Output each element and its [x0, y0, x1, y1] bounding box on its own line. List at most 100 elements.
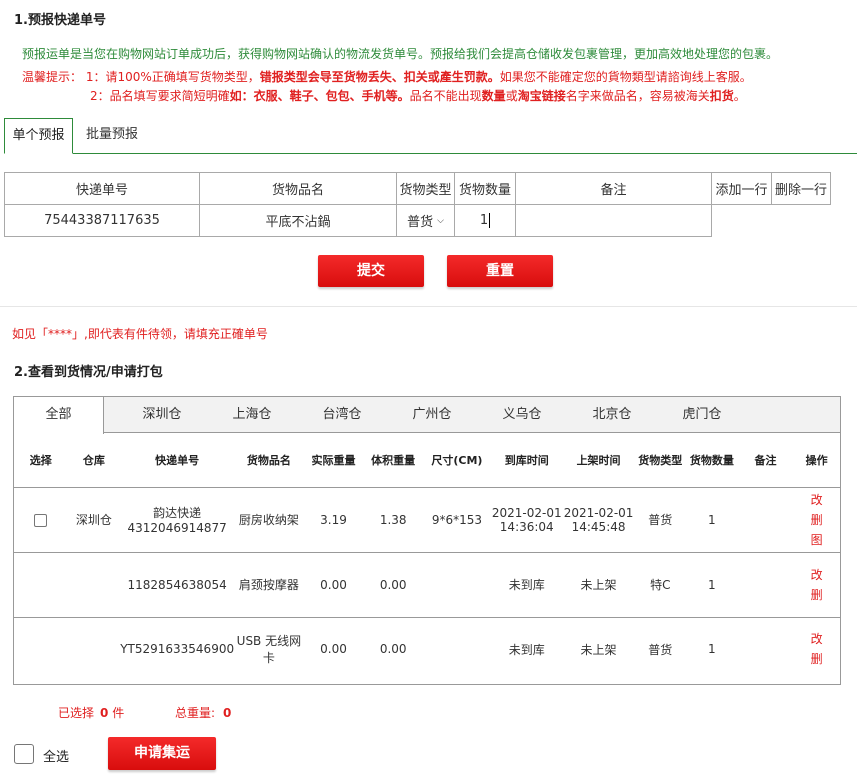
select-all-label: 全选: [43, 750, 70, 765]
col-quantity: 货物数量: [686, 433, 738, 488]
col-vol-weight: 体积重量: [363, 433, 424, 488]
col-item: 货物品名: [234, 433, 304, 488]
col-weight: 实际重量: [303, 433, 364, 488]
selected-summary: 已选择 0 件: [58, 706, 125, 720]
cell-warehouse: [68, 617, 121, 681]
remark-input[interactable]: [515, 204, 712, 237]
cell-weight: 3.19: [303, 487, 364, 553]
header-remark: 备注: [515, 172, 712, 205]
row-checkbox[interactable]: [34, 513, 48, 527]
col-arrive-time: 到库时间: [490, 433, 563, 488]
section2-title: 2.查看到货情况/申请打包: [14, 365, 163, 380]
cell-actions: 改 删: [793, 617, 840, 681]
cell-shelf-time: 未上架: [580, 642, 617, 657]
table-row: YT5291633546900 USB 无线网卡 0.00 0.00 未到库 未…: [14, 617, 840, 681]
col-tracking: 快递单号: [120, 433, 235, 488]
cargo-type-value: 普货: [407, 215, 434, 230]
cell-item: USB 无线网卡: [236, 634, 302, 666]
chevron-down-icon: ⌵: [437, 215, 444, 226]
tracking-input[interactable]: 75443387117635: [4, 204, 200, 237]
col-size: 尺寸(CM): [423, 433, 491, 488]
tab-warehouse-all[interactable]: 全部: [14, 397, 104, 434]
header-quantity: 货物数量: [454, 172, 516, 205]
col-remark: 备注: [737, 433, 794, 488]
col-shelf-time: 上架时间: [562, 433, 635, 488]
tab-warehouse-humen[interactable]: 虎门仓: [662, 397, 742, 433]
tip-line-1: 温馨提示： 1：请100%正确填写货物类型，错报类型会导至货物丢失、扣关或產生罚…: [22, 70, 752, 84]
apply-consolidation-button[interactable]: 申请集运: [108, 737, 216, 770]
tab-single-forecast[interactable]: 单个预报: [4, 118, 73, 154]
cell-remark: [737, 552, 794, 618]
delete-link[interactable]: 删: [793, 510, 840, 530]
cell-quantity: 1: [686, 487, 738, 553]
col-cargo-type: 货物类型: [634, 433, 687, 488]
edit-link[interactable]: 改: [793, 629, 840, 649]
cell-tracking: 韵达快递 4312046914877: [120, 487, 235, 553]
cell-remark: [738, 617, 794, 681]
weight-summary: 总重量: 0: [175, 706, 232, 720]
header-tracking: 快递单号: [4, 172, 200, 205]
select-all-checkbox[interactable]: [14, 744, 34, 764]
tab-warehouse-guangzhou[interactable]: 广州仓: [392, 397, 472, 433]
submit-button[interactable]: 提交: [318, 255, 424, 287]
delete-link[interactable]: 删: [793, 585, 840, 605]
quantity-input[interactable]: 1: [454, 204, 516, 237]
cell-cargo-type: 特C: [634, 552, 687, 618]
table-row: 深圳仓 韵达快递 4312046914877 厨房收纳架 3.19 1.38 9*…: [14, 487, 840, 553]
cell-remark: [737, 487, 794, 553]
tip-line-2: 2：品名填写要求简短明確如：衣服、鞋子、包包、手机等。品名不能出现数量或淘宝链接…: [90, 89, 746, 103]
cell-actions: 改 删 图: [793, 487, 840, 553]
cell-vol-weight: 1.38: [363, 487, 424, 553]
cell-arrive-time: 2021-02-01 14:36:04: [490, 487, 563, 553]
delete-link[interactable]: 删: [793, 649, 840, 669]
arrival-table: 选择 仓库 快递单号 货物品名 实际重量 体积重量 尺寸(CM) 到库时间 上架…: [14, 433, 840, 681]
cell-size: [423, 552, 491, 618]
tab-warehouse-shanghai[interactable]: 上海仓: [212, 397, 292, 433]
edit-link[interactable]: 改: [793, 565, 840, 585]
warehouse-tabs: 全部 深圳仓 上海仓 台湾仓 广州仓 义乌仓 北京仓 虎门仓: [14, 397, 840, 434]
add-row-link[interactable]: 添加一行: [711, 172, 772, 205]
pending-note: 如见「****」,即代表有件待领，请填充正確单号: [12, 327, 268, 341]
forecast-tabs: 单个预报 批量预报: [4, 118, 857, 154]
total-weight: 0: [223, 706, 232, 720]
col-select: 选择: [14, 433, 68, 488]
selected-count: 0: [100, 706, 109, 720]
cell-shelf-time: 2021-02-01 14:45:48: [562, 487, 635, 553]
tab-batch-forecast[interactable]: 批量预报: [86, 118, 144, 153]
item-name-input[interactable]: 平底不沾鍋: [199, 204, 397, 237]
cell-item: 厨房收纳架: [234, 487, 304, 553]
reset-button[interactable]: 重置: [447, 255, 553, 287]
cell-actions: 改 删: [793, 552, 840, 618]
cell-arrive-time: 未到库: [490, 552, 563, 618]
cell-shelf-time: 未上架: [562, 552, 635, 618]
cell-arrive-time: 未到库: [508, 642, 545, 657]
cell-cargo-type: 普货: [648, 642, 673, 657]
cell-quantity: 1: [686, 552, 738, 618]
table-row: 1182854638054 肩颈按摩器 0.00 0.00 未到库 未上架 特C…: [14, 552, 840, 618]
divider: [0, 306, 857, 307]
intro-text: 预报运单是当您在购物网站订单成功后，获得购物网站确认的物流发货单号。预报给我们会…: [22, 47, 779, 61]
cell-cargo-type: 普货: [634, 487, 687, 553]
cell-size: 9*6*153: [423, 487, 491, 553]
tab-warehouse-beijing[interactable]: 北京仓: [572, 397, 652, 433]
col-actions: 操作: [793, 433, 840, 488]
cell-weight: 0.00: [320, 642, 347, 657]
section1-title: 1.预报快递单号: [14, 13, 106, 28]
cell-weight: 0.00: [303, 552, 364, 618]
cell-tracking: 1182854638054: [120, 552, 235, 618]
tab-warehouse-taiwan[interactable]: 台湾仓: [302, 397, 382, 433]
tab-warehouse-yiwu[interactable]: 义乌仓: [482, 397, 562, 433]
cell-tracking: YT5291633546900: [120, 642, 235, 657]
cell-item: 肩颈按摩器: [234, 552, 304, 618]
forecast-form-table: 快递单号 货物品名 货物类型 货物数量 备注 添加一行 删除一行 7544338…: [4, 172, 831, 237]
cell-size: [423, 617, 491, 681]
header-item-name: 货物品名: [199, 172, 397, 205]
image-link[interactable]: 图: [793, 530, 840, 550]
cell-vol-weight: 0.00: [379, 642, 407, 657]
tab-warehouse-shenzhen[interactable]: 深圳仓: [122, 397, 202, 433]
edit-link[interactable]: 改: [793, 490, 840, 510]
cell-vol-weight: 0.00: [363, 552, 424, 618]
arrival-panel: 全部 深圳仓 上海仓 台湾仓 广州仓 义乌仓 北京仓 虎门仓 选择 仓库 快递单…: [13, 396, 841, 685]
delete-row-link[interactable]: 删除一行: [771, 172, 831, 205]
cargo-type-select[interactable]: 普货 ⌵: [396, 204, 455, 237]
